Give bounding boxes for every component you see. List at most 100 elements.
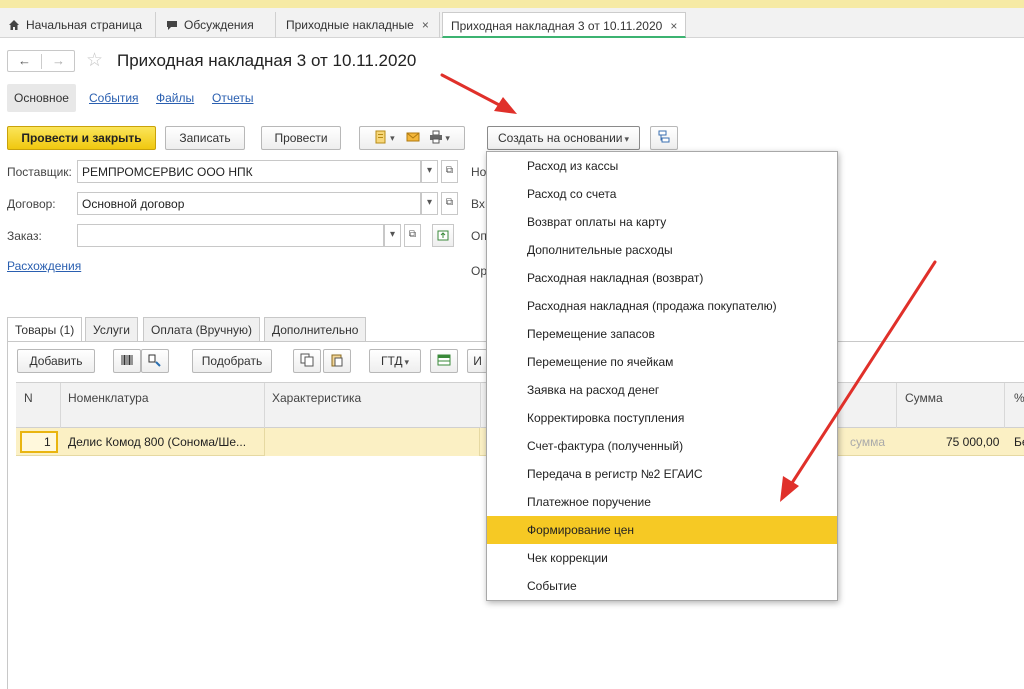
subtab-files[interactable]: Файлы — [156, 84, 194, 112]
right-label-incoming: Вх — [471, 197, 485, 211]
order-field[interactable] — [77, 224, 384, 247]
post-and-close-button[interactable]: Провести и закрыть — [7, 126, 156, 150]
favorite-star-icon[interactable]: ☆ — [86, 49, 103, 72]
order-label: Заказ: — [7, 229, 42, 243]
discrepancies-link[interactable]: Расхождения — [7, 259, 81, 273]
chevron-down-icon[interactable]: ▾ — [421, 160, 438, 183]
supplier-field[interactable]: РЕМПРОМСЕРВИС ООО НПК — [77, 160, 421, 183]
close-icon[interactable]: × — [422, 18, 429, 32]
menu-item-cell-transfer[interactable]: Перемещение по ячейкам — [487, 348, 837, 376]
arrow-select-icon — [437, 230, 449, 241]
subtab-reports[interactable]: Отчеты — [212, 84, 253, 112]
menu-item-invoice-received[interactable]: Счет-фактура (полученный) — [487, 432, 837, 460]
home-icon — [9, 20, 19, 30]
document-icon[interactable] — [374, 130, 388, 144]
paste-icon — [331, 354, 343, 367]
menu-item-event[interactable]: Событие — [487, 572, 837, 600]
close-icon[interactable]: × — [670, 19, 677, 33]
subtab-main[interactable]: Основное — [7, 84, 76, 112]
column-header-characteristic[interactable]: Характеристика — [272, 391, 361, 405]
open-form-icon[interactable]: ⧉ — [441, 192, 458, 215]
tab-payment[interactable]: Оплата (Вручную) — [143, 317, 261, 341]
chevron-down-icon[interactable]: ▾ — [384, 224, 401, 247]
chevron-down-icon[interactable]: ▾ — [421, 192, 438, 215]
column-header-sum[interactable]: Сумма — [905, 391, 943, 405]
row-sum[interactable]: 75 000,00 — [946, 435, 999, 449]
menu-item-egais-transfer[interactable]: Передача в регистр №2 ЕГАИС — [487, 460, 837, 488]
window-tab-strip: Начальная страница Обсуждения Приходные … — [0, 0, 1024, 38]
create-based-on-button[interactable]: Создать на основании ▾ — [487, 126, 640, 150]
gtd-label: ГТД — [380, 354, 403, 368]
right-label-number: Но — [471, 165, 487, 179]
dropdown-arrow-icon: ▾ — [624, 134, 630, 144]
row-number: 1 — [44, 435, 51, 449]
open-form-icon[interactable]: ⧉ — [441, 160, 458, 183]
barcode-icon — [121, 355, 133, 365]
menu-item-return-invoice[interactable]: Расходная накладная (возврат) — [487, 264, 837, 292]
tab-services[interactable]: Услуги — [85, 317, 138, 341]
menu-item-sale-invoice[interactable]: Расходная накладная (продажа покупателю) — [487, 292, 837, 320]
subtab-events[interactable]: События — [89, 84, 139, 112]
print-attach-group: ▾ ▾ — [359, 126, 465, 150]
top-notification-strip — [0, 0, 1024, 8]
history-nav: ← → — [7, 50, 75, 72]
right-label-operation: Оп — [471, 229, 487, 243]
dropdown-arrow-icon[interactable]: ▾ — [390, 133, 395, 143]
column-header-item[interactable]: Номенклатура — [68, 391, 149, 405]
annotation-arrow-to-button — [440, 73, 517, 114]
row-characteristic-cell[interactable] — [264, 428, 480, 456]
tab-incoming-invoices-label: Приходные накладные — [286, 18, 414, 32]
page-title: Приходная накладная 3 от 10.11.2020 — [117, 51, 417, 70]
tab-current-invoice-label: Приходная накладная 3 от 10.11.2020 — [451, 19, 663, 33]
menu-item-money-request[interactable]: Заявка на расход денег — [487, 376, 837, 404]
menu-item-additional-expenses[interactable]: Дополнительные расходы — [487, 236, 837, 264]
open-form-icon[interactable]: ⧉ — [404, 224, 421, 247]
structure-button[interactable] — [650, 126, 678, 150]
tab-additional[interactable]: Дополнительно — [264, 317, 367, 341]
row-percent[interactable]: Бе — [1014, 435, 1024, 449]
printer-icon[interactable] — [429, 130, 443, 144]
tab-home-label: Начальная страница — [26, 18, 143, 32]
contract-field[interactable]: Основной договор — [77, 192, 421, 215]
row-item-name[interactable]: Делис Комод 800 (Сонома/Ше... — [68, 435, 246, 449]
forward-arrow-icon[interactable]: → — [42, 53, 75, 68]
barcode-button[interactable] — [113, 349, 141, 373]
tab-discussions-label: Обсуждения — [184, 18, 254, 32]
menu-item-card-refund[interactable]: Возврат оплаты на карту — [487, 208, 837, 236]
post-button[interactable]: Провести — [261, 126, 341, 150]
supplier-label: Поставщик: — [7, 165, 72, 179]
table-settings-button[interactable] — [430, 349, 458, 373]
scanner-icon — [148, 354, 161, 367]
tab-incoming-invoices[interactable]: Приходные накладные × — [278, 12, 440, 38]
pick-items-button[interactable]: Подобрать — [192, 349, 272, 373]
mail-icon[interactable] — [406, 130, 420, 144]
dropdown-arrow-icon[interactable]: ▾ — [445, 133, 450, 143]
save-button[interactable]: Записать — [165, 126, 245, 150]
tab-goods[interactable]: Товары (1) — [7, 317, 83, 342]
more-button[interactable]: И — [467, 349, 487, 373]
back-arrow-icon[interactable]: ← — [8, 53, 41, 68]
menu-item-stock-transfer[interactable]: Перемещение запасов — [487, 320, 837, 348]
tab-current-invoice[interactable]: Приходная накладная 3 от 10.11.2020 × — [442, 12, 686, 38]
add-item-button[interactable]: Добавить — [17, 349, 95, 373]
dropdown-arrow-icon: ▾ — [404, 357, 410, 367]
row-sum-hint: сумма — [850, 435, 886, 449]
menu-item-cash-expense[interactable]: Расход из кассы — [487, 152, 837, 180]
select-order-button[interactable] — [432, 224, 454, 247]
paste-button[interactable] — [323, 349, 351, 373]
menu-item-correction-receipt[interactable]: Чек коррекции — [487, 544, 837, 572]
tab-home[interactable]: Начальная страница — [0, 12, 156, 38]
scanner-button[interactable] — [141, 349, 169, 373]
column-header-percent[interactable]: % — [1014, 391, 1024, 405]
menu-item-price-formation[interactable]: Формирование цен — [487, 516, 837, 544]
column-header-n[interactable]: N — [24, 391, 33, 405]
copy-button[interactable] — [293, 349, 321, 373]
tab-discussions[interactable]: Обсуждения — [158, 12, 276, 38]
contract-label: Договор: — [7, 197, 56, 211]
menu-item-account-expense[interactable]: Расход со счета — [487, 180, 837, 208]
create-based-on-menu: Расход из кассы Расход со счета Возврат … — [486, 151, 838, 601]
menu-item-receipt-correction[interactable]: Корректировка поступления — [487, 404, 837, 432]
gtd-button[interactable]: ГТД ▾ — [369, 349, 421, 373]
row-number-cell[interactable] — [20, 431, 58, 453]
menu-item-payment-order[interactable]: Платежное поручение — [487, 488, 837, 516]
